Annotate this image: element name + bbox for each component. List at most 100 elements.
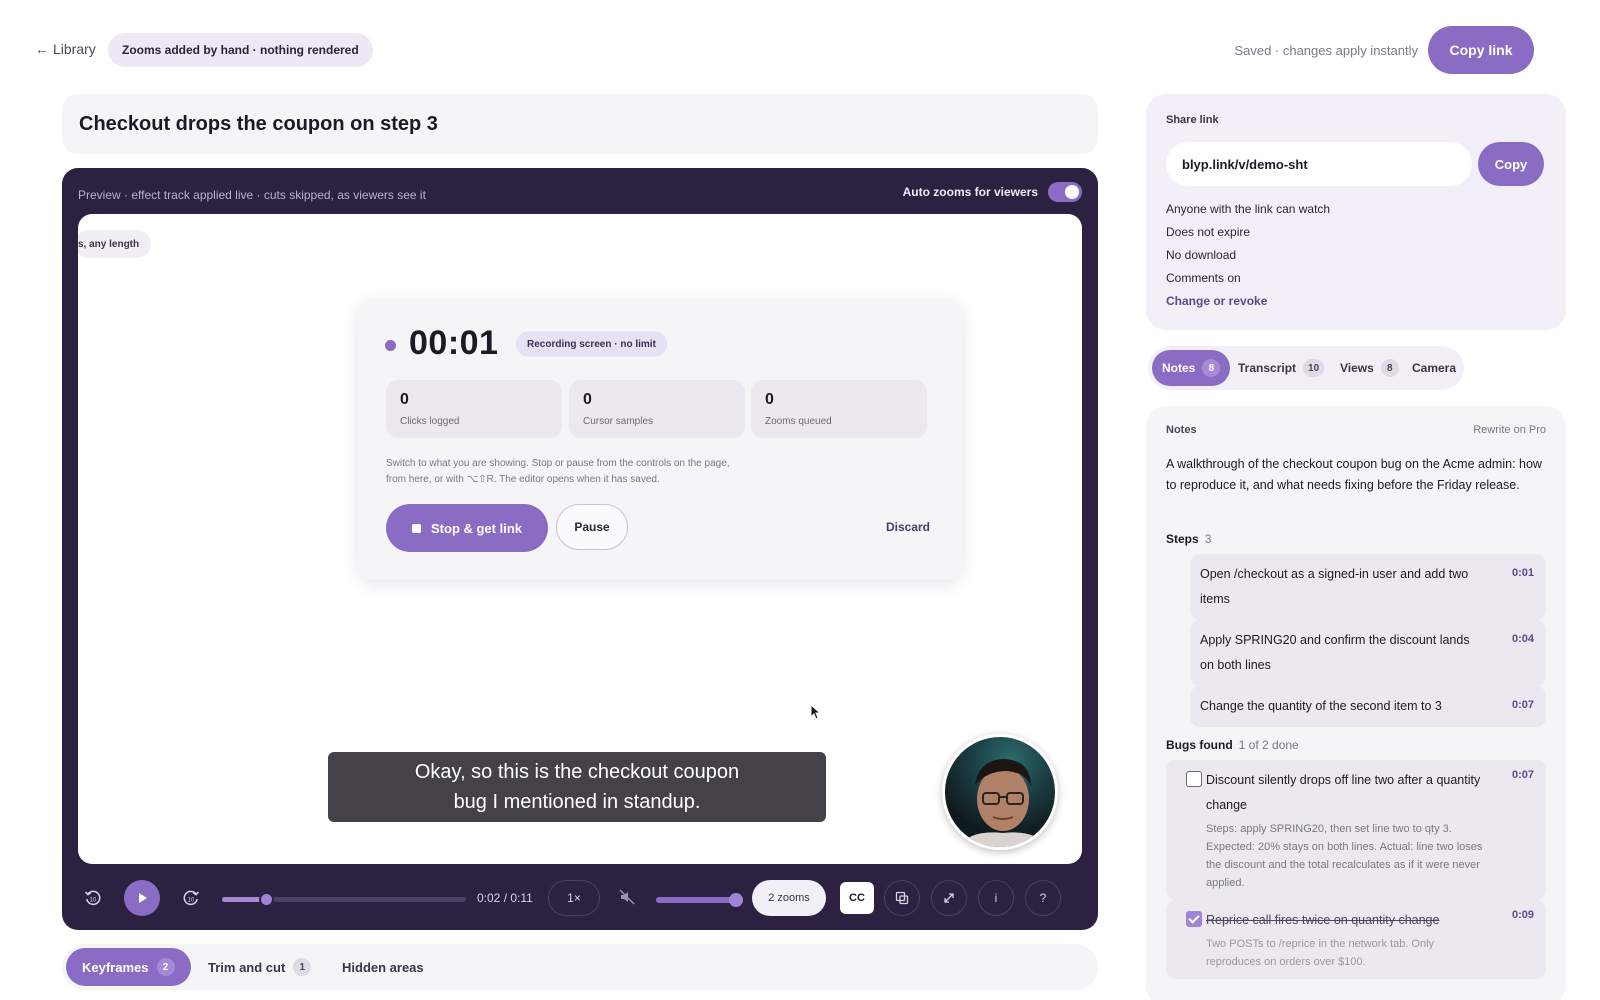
stop-and-get-link-button[interactable]: Stop & get link: [386, 504, 548, 552]
tab-transcript[interactable]: Transcript 10: [1228, 350, 1334, 386]
discard-button[interactable]: Discard: [886, 520, 930, 534]
share-settings-list: Anyone with the link can watch Does not …: [1166, 198, 1330, 290]
svg-text:10: 10: [188, 898, 195, 904]
rewrite-on-pro-link[interactable]: Rewrite on Pro: [1473, 424, 1546, 436]
play-icon: [139, 893, 147, 903]
tab-label: Keyframes: [82, 959, 149, 975]
stat-value: 0: [583, 391, 592, 408]
bug-description: Steps: apply SPRING20, then set line two…: [1206, 823, 1483, 889]
bug-description: Two POSTs to /reprice in the network tab…: [1206, 938, 1435, 968]
tab-count-badge: 1: [293, 958, 312, 976]
steps-heading: Steps 3: [1166, 532, 1211, 546]
title-field[interactable]: Checkout drops the coupon on step 3: [62, 94, 1098, 154]
back-to-library-link[interactable]: ← Library: [35, 41, 96, 57]
tab-camera[interactable]: Camera: [1402, 350, 1466, 386]
svg-text:10: 10: [90, 898, 97, 904]
arrow-left-icon: ←: [35, 41, 49, 57]
bug-timestamp[interactable]: 0:09: [1512, 909, 1534, 921]
tab-count-badge: 8: [1380, 359, 1399, 377]
video-frame[interactable]: s, any length 00:01 Recording screen · n…: [78, 214, 1082, 864]
step-text: Open /checkout as a signed-in user and a…: [1200, 567, 1469, 606]
tab-keyframes[interactable]: Keyframes 2: [66, 948, 191, 986]
volume-slider[interactable]: [656, 893, 743, 907]
share-url-field[interactable]: blyp.link/v/demo-sht: [1166, 142, 1472, 186]
captions-button[interactable]: CC: [840, 882, 874, 914]
top-bar: ← Library Zooms added by hand · nothing …: [0, 0, 1600, 96]
share-setting: Does not expire: [1166, 225, 1251, 239]
bug-item: Reprice call fires twice on quantity cha…: [1166, 900, 1546, 979]
player-controls: 10 10 0:02 / 0:11 1× 2 zooms CC i ?: [62, 864, 1098, 930]
picture-in-picture-button[interactable]: [884, 880, 920, 916]
recording-badge: Recording screen · no limit: [516, 331, 667, 357]
share-setting: No download: [1166, 248, 1237, 262]
recording-dot-icon: [385, 340, 396, 351]
auto-zoom-label: Auto zooms for viewers: [902, 185, 1038, 199]
pause-button[interactable]: Pause: [556, 504, 628, 550]
bug-timestamp[interactable]: 0:07: [1512, 769, 1534, 781]
stat-label: Zooms queued: [765, 416, 832, 427]
bug-item: Discount silently drops off line two aft…: [1166, 760, 1546, 900]
step-timestamp[interactable]: 0:01: [1512, 561, 1534, 586]
volume-muted-icon[interactable]: [619, 889, 635, 905]
steps-count: 3: [1204, 532, 1212, 546]
step-item[interactable]: Apply SPRING20 and confirm the discount …: [1190, 620, 1546, 686]
play-button[interactable]: [124, 880, 160, 916]
copy-url-button[interactable]: Copy: [1478, 142, 1544, 186]
share-setting: Anyone with the link can watch: [1166, 202, 1331, 216]
step-timestamp[interactable]: 0:04: [1512, 627, 1534, 652]
bug-title: Discount silently drops off line two aft…: [1206, 773, 1481, 812]
bug-checkbox[interactable]: [1186, 771, 1202, 787]
caption-text: Okay, so this is the checkout coupon bug…: [414, 761, 740, 813]
rewind-10-icon[interactable]: 10: [84, 889, 102, 907]
bug-checkbox-checked[interactable]: [1186, 911, 1202, 927]
stat-value: 0: [765, 391, 774, 408]
stat-value: 0: [400, 391, 409, 408]
stop-button-label: Stop & get link: [431, 520, 522, 536]
fullscreen-button[interactable]: [931, 880, 967, 916]
info-button[interactable]: i: [978, 880, 1014, 916]
expand-icon: [944, 893, 954, 903]
copy-link-button[interactable]: Copy link: [1428, 26, 1534, 74]
timeline-playhead[interactable]: [258, 892, 274, 907]
tab-hidden-areas[interactable]: Hidden areas: [326, 948, 440, 986]
share-setting: Comments on: [1166, 271, 1241, 285]
tab-trim-and-cut[interactable]: Trim and cut 1: [192, 948, 327, 986]
step-item[interactable]: Open /checkout as a signed-in user and a…: [1190, 554, 1546, 620]
tab-notes[interactable]: Notes 8: [1152, 350, 1231, 386]
steps-label: Steps: [1166, 532, 1199, 546]
change-or-revoke-link[interactable]: Change or revoke: [1166, 294, 1267, 308]
auto-zoom-toggle[interactable]: [1048, 182, 1082, 202]
mouse-cursor-icon: [810, 704, 822, 720]
notes-heading: Notes: [1166, 424, 1197, 436]
tab-label: Notes: [1162, 361, 1196, 375]
stat-label: Clicks logged: [400, 416, 460, 427]
volume-level: [656, 897, 736, 903]
share-card-heading: Share link: [1166, 114, 1219, 126]
step-item[interactable]: Change the quantity of the second item t…: [1190, 686, 1546, 727]
timeline-scrubber[interactable]: [222, 892, 466, 907]
tab-count-badge: 10: [1303, 359, 1325, 377]
stat-zooms-queued: 0 Zooms queued: [751, 380, 927, 438]
playback-speed-button[interactable]: 1×: [548, 880, 600, 916]
video-player: Preview · effect track applied live · cu…: [62, 168, 1098, 930]
cutoff-chip: s, any length: [78, 230, 152, 258]
recorder-help-text: Switch to what you are showing. Stop or …: [386, 458, 730, 485]
tab-count-badge: 2: [156, 958, 175, 976]
zooms-button[interactable]: 2 zooms: [752, 880, 826, 916]
forward-10-icon[interactable]: 10: [182, 889, 200, 907]
camera-bubble[interactable]: [942, 734, 1058, 850]
preview-note: Preview · effect track applied live · cu…: [78, 188, 426, 202]
tab-views[interactable]: Views 8: [1330, 350, 1409, 386]
step-text: Apply SPRING20 and confirm the discount …: [1200, 633, 1470, 672]
step-timestamp[interactable]: 0:07: [1512, 693, 1534, 718]
volume-knob[interactable]: [729, 893, 743, 907]
stat-cursor-samples: 0 Cursor samples: [569, 380, 745, 438]
bugs-progress: 1 of 2 done: [1238, 738, 1299, 752]
help-button[interactable]: ?: [1025, 880, 1061, 916]
tab-label: Views: [1340, 361, 1374, 375]
tab-label: Transcript: [1238, 361, 1297, 375]
stat-clicks: 0 Clicks logged: [386, 380, 562, 438]
bug-title: Reprice call fires twice on quantity cha…: [1206, 913, 1440, 927]
tab-label: Camera: [1412, 361, 1457, 375]
step-text: Change the quantity of the second item t…: [1200, 699, 1442, 713]
